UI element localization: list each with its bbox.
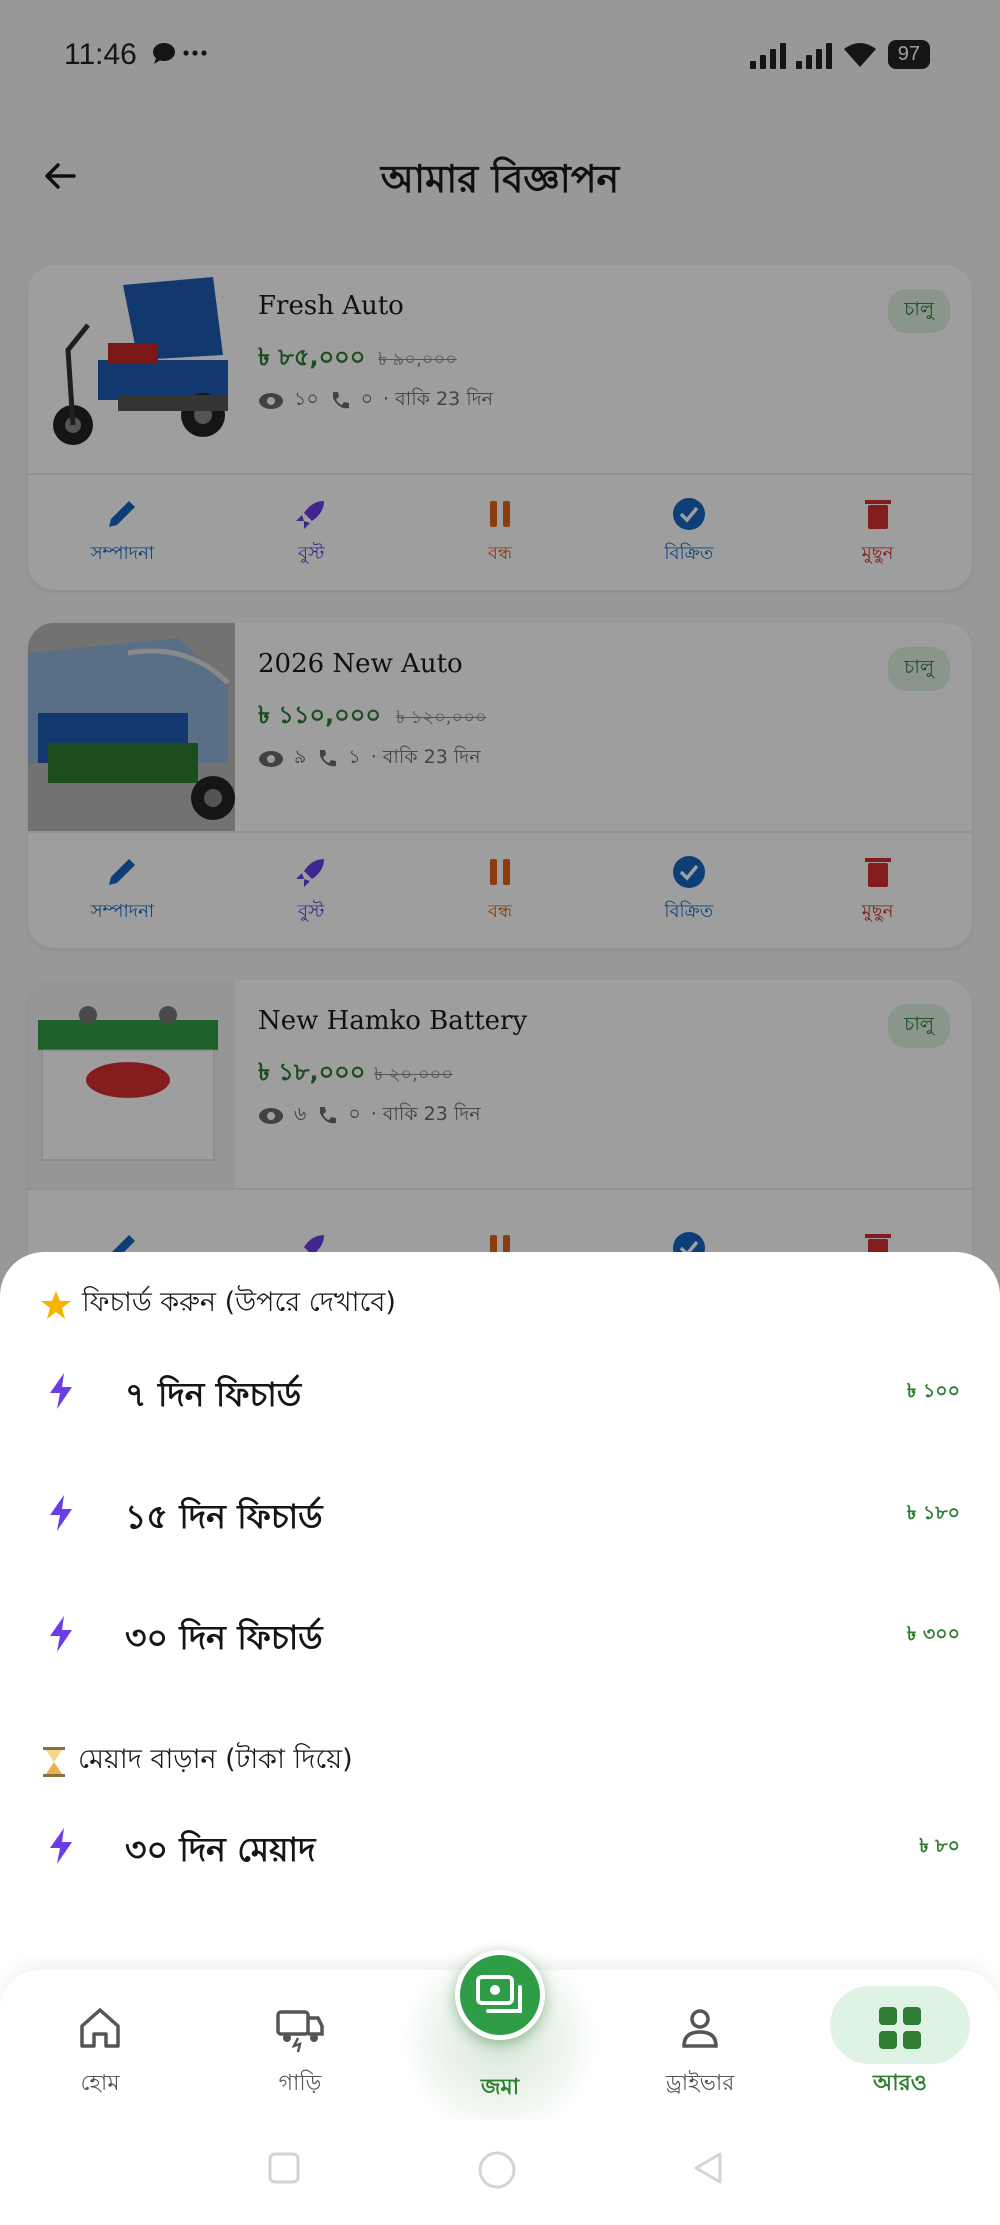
cash-icon: [476, 1975, 522, 2013]
nav-vehicle[interactable]: গাড়ি: [200, 1970, 400, 2120]
option-label: ৭ দিন ফিচার্ড: [125, 1375, 302, 1414]
bottom-navigation: হোম গাড়ি জমা ড্রাইভার আরও: [0, 1940, 1000, 2140]
person-icon: [682, 2009, 718, 2048]
bolt-icon: [50, 1828, 72, 1864]
bolt-icon: [50, 1495, 72, 1531]
featured-heading-text: ফিচার্ড করুন (উপরে দেখাবে): [82, 1287, 396, 1318]
option-price: ৳ ৮০: [919, 1835, 960, 1857]
option-label: ৩০ দিন ফিচার্ড: [125, 1618, 323, 1657]
hourglass-icon: [43, 1746, 65, 1777]
home-icon: [80, 2008, 120, 2048]
nav-deposit-label: জমা: [480, 2075, 520, 2100]
star-icon: [41, 1290, 71, 1319]
extend-section-heading: মেয়াদ বাড়ান (টাকা দিয়ে): [40, 1739, 353, 1784]
option-price: ৳ ১৮০: [906, 1502, 960, 1524]
back-triangle-icon[interactable]: [690, 2150, 726, 2186]
grid-icon: [879, 2007, 921, 2049]
nav-more-label: আরও: [873, 2071, 927, 2096]
featured-option-30-days[interactable]: ৩০ দিন ফিচার্ড ৳ ৩০০: [0, 1578, 1000, 1688]
option-price: ৳ ৩০০: [906, 1623, 960, 1645]
nav-driver[interactable]: ড্রাইভার: [600, 1970, 800, 2120]
deposit-fab-button[interactable]: [455, 1950, 545, 2040]
featured-option-7-days[interactable]: ৭ দিন ফিচার্ড ৳ ১০০: [0, 1335, 1000, 1445]
bolt-icon: [50, 1373, 72, 1409]
system-navigation-bar: [0, 2120, 1000, 2225]
nav-more[interactable]: আরও: [800, 1970, 1000, 2120]
option-price: ৳ ১০০: [906, 1380, 960, 1402]
option-label: ৩০ দিন মেয়াদ: [125, 1830, 316, 1869]
nav-home-label: হোম: [80, 2071, 120, 2096]
featured-option-15-days[interactable]: ১৫ দিন ফিচার্ড ৳ ১৮০: [0, 1457, 1000, 1567]
option-label: ১৫ দিন ফিচার্ড: [125, 1497, 323, 1536]
nav-home[interactable]: হোম: [0, 1970, 200, 2120]
nav-driver-label: ড্রাইভার: [665, 2071, 735, 2096]
extend-heading-text: মেয়াদ বাড়ান (টাকা দিয়ে): [78, 1744, 353, 1775]
bolt-icon: [50, 1616, 72, 1652]
home-circle-icon[interactable]: [475, 2150, 519, 2194]
recents-icon[interactable]: [266, 2150, 302, 2186]
extend-option-30-days[interactable]: ৩০ দিন মেয়াদ ৳ ৮০: [0, 1790, 1000, 1900]
truck-icon: [276, 2010, 324, 2053]
featured-section-heading: ফিচার্ড করুন (উপরে দেখাবে): [40, 1282, 396, 1327]
nav-vehicle-label: গাড়ি: [278, 2071, 322, 2096]
